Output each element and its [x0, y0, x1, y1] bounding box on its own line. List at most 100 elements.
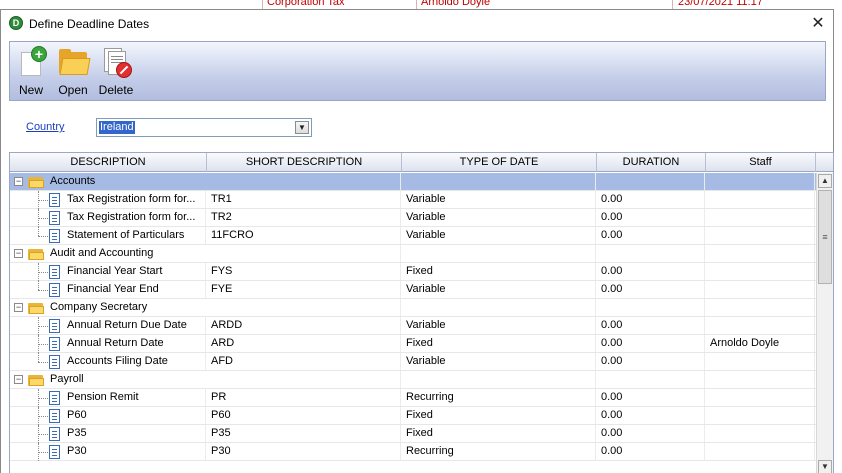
- table-row[interactable]: Statement of Particulars 11FCRO Variable 0.…: [10, 227, 816, 245]
- cell-duration: [601, 299, 705, 316]
- tree-connector: [38, 281, 39, 290]
- cell-staff: [710, 389, 815, 406]
- open-button[interactable]: Open: [54, 44, 92, 100]
- new-button[interactable]: + New: [14, 44, 48, 100]
- collapse-toggle-icon[interactable]: −: [14, 177, 23, 186]
- table-row[interactable]: Accounts Filing Date AFD Variable 0.00: [10, 353, 816, 371]
- folder-icon: [28, 302, 44, 314]
- cell-type-of-date: Variable: [406, 353, 596, 370]
- table-row[interactable]: Annual Return Due Date ARDD Variable 0.00: [10, 317, 816, 335]
- column-header-type-of-date[interactable]: TYPE OF DATE: [402, 153, 597, 172]
- document-icon: [49, 445, 60, 459]
- cell-duration: 0.00: [601, 191, 705, 208]
- cell-duration: [601, 245, 705, 262]
- vertical-scrollbar[interactable]: ▲ ≡ ▼: [816, 173, 833, 473]
- cell-staff: [710, 407, 815, 424]
- cell-type-of-date: [406, 245, 596, 262]
- document-icon: [49, 391, 60, 405]
- grid-rows: − Accounts Tax Registration form for... TR1…: [10, 173, 816, 473]
- group-row[interactable]: − Payroll: [10, 371, 816, 389]
- cell-duration: 0.00: [601, 263, 705, 280]
- window-title: Define Deadline Dates: [29, 17, 150, 31]
- cell-staff: [710, 173, 815, 190]
- group-row[interactable]: − Accounts: [10, 173, 816, 191]
- cell-type-of-date: Variable: [406, 227, 596, 244]
- cell-duration: 0.00: [601, 209, 705, 226]
- cell-type-of-date: Variable: [406, 191, 596, 208]
- country-selected-value: Ireland: [99, 121, 135, 134]
- bg-divider: [416, 0, 417, 9]
- cell-type-of-date: Recurring: [406, 443, 596, 460]
- table-row[interactable]: Tax Registration form for... TR1 Variable 0…: [10, 191, 816, 209]
- cell-description: P35: [67, 425, 206, 442]
- table-row[interactable]: P35 P35 Fixed 0.00: [10, 425, 816, 443]
- bg-divider: [262, 0, 263, 9]
- document-icon: [49, 211, 60, 225]
- cell-type-of-date: Fixed: [406, 425, 596, 442]
- column-header-short-description[interactable]: SHORT DESCRIPTION: [207, 153, 402, 172]
- define-deadline-dates-dialog: D Define Deadline Dates ✕ + New Open Del…: [0, 9, 834, 473]
- document-icon: [49, 229, 60, 243]
- tree-connector: [38, 290, 48, 291]
- cell-description: Financial Year Start: [67, 263, 206, 280]
- cell-duration: 0.00: [601, 407, 705, 424]
- cell-description: Pension Remit: [67, 389, 206, 406]
- group-label: Audit and Accounting: [50, 247, 154, 259]
- cell-short-description: [211, 173, 401, 190]
- cell-description: Tax Registration form for...: [67, 209, 206, 226]
- cell-short-description: ARDD: [211, 317, 401, 334]
- cell-staff: [710, 425, 815, 442]
- cell-staff: [710, 299, 815, 316]
- cell-short-description: AFD: [211, 353, 401, 370]
- column-header-spacer: [816, 153, 833, 172]
- cell-short-description: [211, 299, 401, 316]
- table-row[interactable]: Financial Year Start FYS Fixed 0.00: [10, 263, 816, 281]
- bg-divider: [672, 0, 673, 9]
- table-row[interactable]: Annual Return Date ARD Fixed 0.00 Arnoldo Do…: [10, 335, 816, 353]
- cell-type-of-date: [406, 299, 596, 316]
- tree-connector: [38, 353, 39, 362]
- collapse-toggle-icon[interactable]: −: [14, 375, 23, 384]
- scroll-thumb[interactable]: ≡: [818, 190, 832, 284]
- cell-duration: [601, 371, 705, 388]
- grid-header: DESCRIPTION SHORT DESCRIPTION TYPE OF DA…: [10, 153, 833, 172]
- group-row[interactable]: − Audit and Accounting: [10, 245, 816, 263]
- cell-short-description: FYS: [211, 263, 401, 280]
- scroll-up-button[interactable]: ▲: [818, 174, 832, 188]
- tree-connector: [38, 362, 48, 363]
- delete-button[interactable]: Delete: [96, 44, 136, 100]
- tree-connector: [38, 218, 48, 219]
- table-row[interactable]: P60 P60 Fixed 0.00: [10, 407, 816, 425]
- cell-type-of-date: Variable: [406, 209, 596, 226]
- cell-type-of-date: Fixed: [406, 335, 596, 352]
- cell-short-description: TR2: [211, 209, 401, 226]
- cell-short-description: 11FCRO: [211, 227, 401, 244]
- table-row[interactable]: Financial Year End FYE Variable 0.00: [10, 281, 816, 299]
- cell-short-description: ARD: [211, 335, 401, 352]
- cell-type-of-date: Variable: [406, 281, 596, 298]
- column-header-duration[interactable]: DURATION: [597, 153, 706, 172]
- country-select[interactable]: Ireland ▼: [96, 118, 312, 137]
- table-row[interactable]: Pension Remit PR Recurring 0.00: [10, 389, 816, 407]
- tree-connector: [38, 398, 48, 399]
- cell-type-of-date: Fixed: [406, 407, 596, 424]
- collapse-toggle-icon[interactable]: −: [14, 249, 23, 258]
- scroll-down-button[interactable]: ▼: [818, 460, 832, 473]
- country-link[interactable]: Country: [26, 121, 65, 133]
- folder-icon: [28, 374, 44, 386]
- table-row[interactable]: P30 P30 Recurring 0.00: [10, 443, 816, 461]
- table-row[interactable]: Tax Registration form for... TR2 Variable 0…: [10, 209, 816, 227]
- collapse-toggle-icon[interactable]: −: [14, 303, 23, 312]
- document-icon: [49, 427, 60, 441]
- column-header-staff[interactable]: Staff: [706, 153, 816, 172]
- cell-staff: [710, 263, 815, 280]
- close-button[interactable]: ✕: [803, 10, 833, 38]
- group-row[interactable]: − Company Secretary: [10, 299, 816, 317]
- cell-duration: 0.00: [601, 425, 705, 442]
- cell-staff: [710, 281, 815, 298]
- cell-staff: [710, 191, 815, 208]
- cell-type-of-date: [406, 371, 596, 388]
- chevron-down-icon[interactable]: ▼: [295, 121, 309, 134]
- deadline-dates-grid: DESCRIPTION SHORT DESCRIPTION TYPE OF DA…: [9, 152, 834, 473]
- column-header-description[interactable]: DESCRIPTION: [10, 153, 207, 172]
